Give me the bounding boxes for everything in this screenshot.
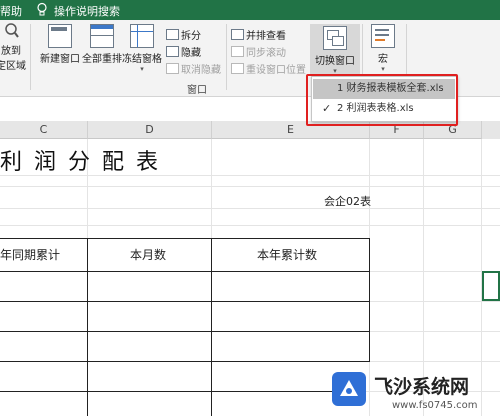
hide-button[interactable]: 隐藏 — [166, 44, 201, 59]
site-watermark: 飞沙系统网 www.fs0745.com — [318, 364, 500, 416]
tell-me-search[interactable]: 操作说明搜索 — [54, 3, 120, 19]
new-window-icon — [48, 24, 72, 48]
new-window-label: 新建窗口 — [40, 54, 80, 65]
freeze-panes-label: 冻结窗格 — [122, 54, 162, 65]
split-icon — [166, 29, 179, 40]
title-bar: 帮助 操作说明搜索 — [0, 0, 500, 20]
table-border — [87, 238, 88, 416]
magnifier-icon — [3, 22, 19, 40]
sync-scroll-button[interactable]: 同步滚动 — [231, 44, 286, 59]
view-side-by-side-button[interactable]: 并排查看 — [231, 27, 286, 42]
hide-label: 隐藏 — [181, 48, 201, 59]
new-window-button[interactable]: 新建窗口 — [38, 24, 82, 65]
table-border — [0, 361, 370, 362]
watermark-name: 飞沙系统网 — [374, 376, 470, 398]
zoom-to-selection-button[interactable]: 放到 定区域 — [0, 22, 26, 72]
window-group-label: 窗口 — [187, 85, 207, 96]
macro-icon — [371, 24, 395, 48]
header-ytd: 本年累计数 — [257, 248, 318, 262]
column-header-d[interactable]: D — [88, 121, 212, 139]
side-by-side-icon — [231, 29, 244, 40]
split-button[interactable]: 拆分 — [166, 27, 201, 42]
sync-scroll-label: 同步滚动 — [246, 48, 286, 59]
chevron-down-icon: ▾ — [381, 65, 385, 73]
chevron-down-icon: ▾ — [140, 65, 144, 73]
unhide-button[interactable]: 取消隐藏 — [166, 61, 221, 76]
macros-button[interactable]: 宏 ▾ — [368, 24, 398, 73]
reset-window-position-button[interactable]: 重设窗口位置 — [231, 61, 306, 76]
form-code: 会企02表 — [324, 195, 371, 208]
switch-window-button[interactable]: 切换窗口 ▾ — [310, 24, 360, 75]
header-prior-cumulative: 年同期累计 — [0, 248, 61, 262]
sync-scroll-icon — [231, 46, 244, 57]
arrange-all-icon — [90, 24, 114, 48]
table-border — [0, 271, 370, 272]
macros-label: 宏 — [378, 54, 388, 65]
table-border — [0, 391, 340, 392]
table-border — [0, 331, 370, 332]
unhide-label: 取消隐藏 — [181, 65, 221, 76]
freeze-panes-icon — [130, 24, 154, 48]
split-label: 拆分 — [181, 31, 201, 42]
hide-icon — [166, 46, 179, 57]
switch-window-label: 切换窗口 — [315, 56, 355, 67]
table-border — [211, 238, 212, 416]
report-title: 利润分配表 — [0, 150, 171, 175]
zoom-label-line2: 定区域 — [0, 61, 26, 72]
annotation-highlight-box — [306, 74, 458, 126]
ribbon-separator — [30, 24, 31, 90]
freeze-pane-area — [482, 121, 500, 139]
header-this-month: 本月数 — [130, 248, 167, 262]
ribbon-separator — [226, 24, 227, 90]
arrange-all-button[interactable]: 全部重排 — [80, 24, 124, 65]
table-border — [0, 238, 370, 239]
help-tab[interactable]: 帮助 — [0, 3, 22, 19]
table-border — [369, 238, 370, 362]
lightbulb-icon — [37, 2, 47, 16]
side-by-side-label: 并排查看 — [246, 31, 286, 42]
reset-position-icon — [231, 63, 244, 74]
table-border — [0, 301, 370, 302]
watermark-url: www.fs0745.com — [392, 400, 478, 411]
reset-position-label: 重设窗口位置 — [246, 65, 306, 76]
zoom-label-line1: 放到 — [1, 46, 21, 57]
column-header-c[interactable]: C — [0, 121, 88, 139]
switch-window-icon — [323, 26, 347, 50]
selected-cell[interactable] — [482, 271, 500, 301]
unhide-icon — [166, 63, 179, 74]
freeze-panes-button[interactable]: 冻结窗格 ▾ — [120, 24, 164, 73]
arrange-all-label: 全部重排 — [82, 54, 122, 65]
site-logo-icon — [332, 372, 366, 406]
